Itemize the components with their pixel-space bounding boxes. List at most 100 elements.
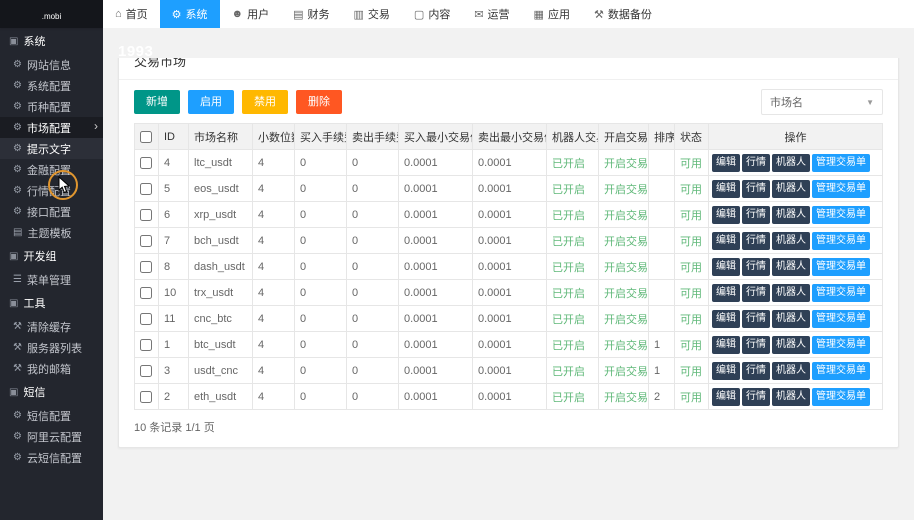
cell-buy-fee: 0 [295, 332, 347, 358]
row-action-编辑[interactable]: 编辑 [712, 362, 740, 380]
cell-id: 11 [159, 306, 189, 332]
row-action-机器人[interactable]: 机器人 [772, 362, 810, 380]
row-checkbox[interactable] [140, 287, 152, 299]
row-checkbox[interactable] [140, 261, 152, 273]
sidebar-item-清除缓存[interactable]: ⚒ 清除缓存 › [0, 316, 103, 337]
sidebar-item-市场配置[interactable]: ⚙ 市场配置 › [0, 117, 103, 138]
row-action-行情[interactable]: 行情 [742, 232, 770, 250]
sidebar-item-行情配置[interactable]: ⚙ 行情配置 › [0, 180, 103, 201]
brand-logo[interactable]: 1993 .mobi [0, 0, 103, 28]
row-action-行情[interactable]: 行情 [742, 388, 770, 406]
sidebar-item-阿里云配置[interactable]: ⚙ 阿里云配置 › [0, 426, 103, 447]
row-action-编辑[interactable]: 编辑 [712, 284, 740, 302]
row-action-行情[interactable]: 行情 [742, 362, 770, 380]
topnav-item-用户[interactable]: ☻ 用户 [220, 0, 282, 28]
sidebar-item-服务器列表[interactable]: ⚒ 服务器列表 › [0, 337, 103, 358]
sidebar-item-主题模板[interactable]: ▤ 主题模板 › [0, 222, 103, 243]
enable-button[interactable]: 启用 [188, 90, 234, 114]
sidebar-section-系统[interactable]: ▣ 系统 [0, 28, 103, 54]
topnav-item-首页[interactable]: ⌂ 首页 [103, 0, 160, 28]
row-action-编辑[interactable]: 编辑 [712, 310, 740, 328]
chevron-down-icon: ▼ [866, 98, 874, 107]
sidebar-section-工具[interactable]: ▣ 工具 [0, 290, 103, 316]
row-action-机器人[interactable]: 机器人 [772, 180, 810, 198]
sidebar-item-我的邮箱[interactable]: ⚒ 我的邮箱 › [0, 358, 103, 379]
row-action-管理交易单[interactable]: 管理交易单 [812, 362, 870, 380]
sidebar-item-金融配置[interactable]: ⚙ 金融配置 › [0, 159, 103, 180]
row-action-编辑[interactable]: 编辑 [712, 232, 740, 250]
sidebar-item-系统配置[interactable]: ⚙ 系统配置 › [0, 75, 103, 96]
row-action-行情[interactable]: 行情 [742, 206, 770, 224]
row-action-机器人[interactable]: 机器人 [772, 388, 810, 406]
row-action-管理交易单[interactable]: 管理交易单 [812, 154, 870, 172]
row-action-编辑[interactable]: 编辑 [712, 154, 740, 172]
row-action-行情[interactable]: 行情 [742, 258, 770, 276]
row-action-行情[interactable]: 行情 [742, 310, 770, 328]
row-action-机器人[interactable]: 机器人 [772, 336, 810, 354]
row-action-编辑[interactable]: 编辑 [712, 206, 740, 224]
cell-market-name: bch_usdt [189, 228, 253, 254]
row-action-管理交易单[interactable]: 管理交易单 [812, 206, 870, 224]
table-row: 10 trx_usdt 4 0 0 0.0001 0.0001 已开启 开启交易… [135, 280, 883, 306]
row-checkbox[interactable] [140, 157, 152, 169]
row-checkbox[interactable] [140, 209, 152, 221]
row-action-机器人[interactable]: 机器人 [772, 310, 810, 328]
topnav-item-系统[interactable]: ⚙ 系统 [160, 0, 220, 28]
row-action-管理交易单[interactable]: 管理交易单 [812, 336, 870, 354]
row-action-行情[interactable]: 行情 [742, 180, 770, 198]
row-checkbox[interactable] [140, 339, 152, 351]
topnav-item-内容[interactable]: ▢ 内容 [402, 0, 462, 28]
sidebar-item-网站信息[interactable]: ⚙ 网站信息 › [0, 54, 103, 75]
cell-actions: 编辑行情机器人管理交易单 [709, 306, 883, 332]
row-checkbox[interactable] [140, 365, 152, 377]
row-action-管理交易单[interactable]: 管理交易单 [812, 258, 870, 276]
row-action-机器人[interactable]: 机器人 [772, 206, 810, 224]
sidebar-item-接口配置[interactable]: ⚙ 接口配置 › [0, 201, 103, 222]
sidebar-item-提示文字[interactable]: ⚙ 提示文字 › [0, 138, 103, 159]
sidebar-section-开发组[interactable]: ▣ 开发组 [0, 243, 103, 269]
chevron-right-icon: › [94, 119, 98, 133]
row-action-机器人[interactable]: 机器人 [772, 258, 810, 276]
sidebar-item-菜单管理[interactable]: ☰ 菜单管理 › [0, 269, 103, 290]
row-action-管理交易单[interactable]: 管理交易单 [812, 310, 870, 328]
topnav-item-运营[interactable]: ✉ 运营 [462, 0, 521, 28]
row-action-机器人[interactable]: 机器人 [772, 284, 810, 302]
delete-button[interactable]: 删除 [296, 90, 342, 114]
cell-buy-fee: 0 [295, 176, 347, 202]
row-action-编辑[interactable]: 编辑 [712, 258, 740, 276]
row-checkbox[interactable] [140, 235, 152, 247]
table-body: 4 ltc_usdt 4 0 0 0.0001 0.0001 已开启 开启交易 … [135, 150, 883, 410]
sidebar-item-云短信配置[interactable]: ⚙ 云短信配置 › [0, 447, 103, 468]
row-action-行情[interactable]: 行情 [742, 336, 770, 354]
pagination-info: 10 条记录 1/1 页 [119, 410, 898, 447]
row-action-管理交易单[interactable]: 管理交易单 [812, 180, 870, 198]
row-checkbox[interactable] [140, 183, 152, 195]
row-action-编辑[interactable]: 编辑 [712, 180, 740, 198]
cell-decimals: 4 [253, 306, 295, 332]
row-action-行情[interactable]: 行情 [742, 284, 770, 302]
row-action-编辑[interactable]: 编辑 [712, 336, 740, 354]
sidebar-section-短信[interactable]: ▣ 短信 [0, 379, 103, 405]
topnav-item-数据备份[interactable]: ⚒ 数据备份 [582, 0, 664, 28]
table-row: 4 ltc_usdt 4 0 0 0.0001 0.0001 已开启 开启交易 … [135, 150, 883, 176]
market-filter-select[interactable]: 市场名 ▼ [761, 89, 883, 115]
row-action-编辑[interactable]: 编辑 [712, 388, 740, 406]
tool-icon: ⚒ [13, 342, 22, 353]
row-checkbox[interactable] [140, 313, 152, 325]
topnav-item-应用[interactable]: ▦ 应用 [522, 0, 582, 28]
select-all-checkbox[interactable] [140, 131, 152, 143]
topnav-item-财务[interactable]: ▤ 财务 [281, 0, 341, 28]
sidebar-item-币种配置[interactable]: ⚙ 币种配置 › [0, 96, 103, 117]
row-action-管理交易单[interactable]: 管理交易单 [812, 232, 870, 250]
row-action-机器人[interactable]: 机器人 [772, 232, 810, 250]
topnav-item-交易[interactable]: ▥ 交易 [342, 0, 402, 28]
row-action-管理交易单[interactable]: 管理交易单 [812, 284, 870, 302]
disable-button[interactable]: 禁用 [242, 90, 288, 114]
cell-id: 10 [159, 280, 189, 306]
row-action-行情[interactable]: 行情 [742, 154, 770, 172]
sidebar-item-短信配置[interactable]: ⚙ 短信配置 › [0, 405, 103, 426]
row-action-机器人[interactable]: 机器人 [772, 154, 810, 172]
row-checkbox[interactable] [140, 391, 152, 403]
row-action-管理交易单[interactable]: 管理交易单 [812, 388, 870, 406]
add-button[interactable]: 新增 [134, 90, 180, 114]
